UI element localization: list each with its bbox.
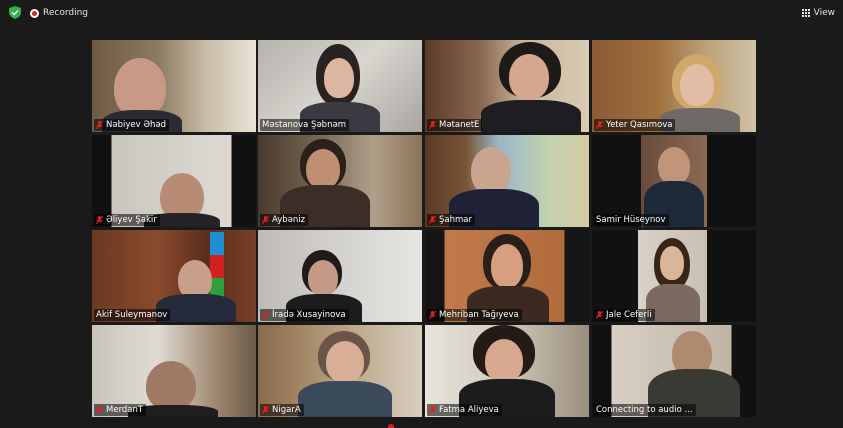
participant-tile[interactable]: Məstanova Şəbnəm [258,40,422,132]
participant-tile[interactable]: Nəbiyev Əhəd [92,40,256,132]
participant-name: Şahmar [439,215,472,225]
participant-name-label: Nəbiyev Əhəd [94,119,170,131]
participant-name: MətanetE [439,120,480,130]
muted-mic-icon [429,216,436,224]
participant-name-label: İradə Xusayinova [260,309,349,321]
participant-name-label: Akif Suleymanov [94,309,171,321]
participant-name-label: Yeter Qasımova [594,119,676,131]
muted-mic-icon [96,406,103,414]
participant-name-label: MətanetE [427,119,483,131]
participant-name: Akif Suleymanov [96,310,168,320]
participant-name: Yeter Qasımova [606,120,673,130]
participant-tile[interactable]: Samir Hüseynov [592,135,756,227]
participant-name: Mehriban Tağıyeva [439,310,519,320]
participant-name-label: MerdanT [94,404,147,416]
participant-name-label: NigarA [260,404,304,416]
meeting-topbar: Recording View [0,0,843,26]
participant-tile[interactable]: NigarA [258,325,422,417]
participant-name: Aybəniz [272,215,306,225]
participant-tile[interactable]: Yeter Qasımova [592,40,756,132]
participant-name-label: Jale Ceferli [594,309,655,321]
participant-tile[interactable]: Jale Ceferli [592,230,756,322]
participant-name: Fatma Aliyeva [439,405,499,415]
participant-tile[interactable]: Connecting to audio ... [592,325,756,417]
muted-mic-icon [429,121,436,129]
participant-name-label: Fatma Aliyeva [427,404,502,416]
participant-tile[interactable]: MerdanT [92,325,256,417]
recording-dot-icon [30,8,39,18]
participant-tile[interactable]: Aybəniz [258,135,422,227]
meeting-controls-indicator-icon [388,424,394,428]
participant-tile[interactable]: Şahmar [425,135,589,227]
participant-name: Məstanova Şəbnəm [262,120,346,130]
participant-tile[interactable]: Əliyev Şakir [92,135,256,227]
participant-name: Nəbiyev Əhəd [106,120,167,130]
participant-name: Əliyev Şakir [106,215,157,225]
participant-name-label: Aybəniz [260,214,309,226]
muted-mic-icon [262,311,269,319]
muted-mic-icon [429,406,436,414]
muted-mic-icon [262,216,269,224]
participant-name: İradə Xusayinova [272,310,346,320]
view-label: View [813,8,835,18]
participant-tile[interactable]: Mehriban Tağıyeva [425,230,589,322]
participant-name-label: Şahmar [427,214,475,226]
participant-name: MerdanT [106,405,144,415]
grid-view-icon [801,9,810,17]
participant-name-label: Mehriban Tağıyeva [427,309,522,321]
participant-tile[interactable]: İradə Xusayinova [258,230,422,322]
muted-mic-icon [596,121,603,129]
participant-name-label: Məstanova Şəbnəm [260,119,349,131]
muted-mic-icon [96,121,103,129]
participant-tile-active-speaker[interactable]: Akif Suleymanov [92,230,256,322]
participant-tile[interactable]: Fatma Aliyeva [425,325,589,417]
muted-mic-icon [596,311,603,319]
participant-name-label: Samir Hüseynov [594,214,669,226]
security-shield-icon[interactable] [9,6,21,19]
recording-indicator[interactable]: Recording [30,5,88,21]
muted-mic-icon [96,216,103,224]
participant-tile[interactable]: MətanetE [425,40,589,132]
participant-name: Samir Hüseynov [596,215,666,225]
participant-name: NigarA [272,405,301,415]
participant-name-label: Connecting to audio ... [594,404,696,416]
participant-name: Jale Ceferli [606,310,652,320]
participant-name-label: Əliyev Şakir [94,214,160,226]
view-button[interactable]: View [801,5,835,21]
participant-name: Connecting to audio ... [596,405,693,415]
muted-mic-icon [262,406,269,414]
muted-mic-icon [429,311,436,319]
recording-label: Recording [43,8,89,18]
